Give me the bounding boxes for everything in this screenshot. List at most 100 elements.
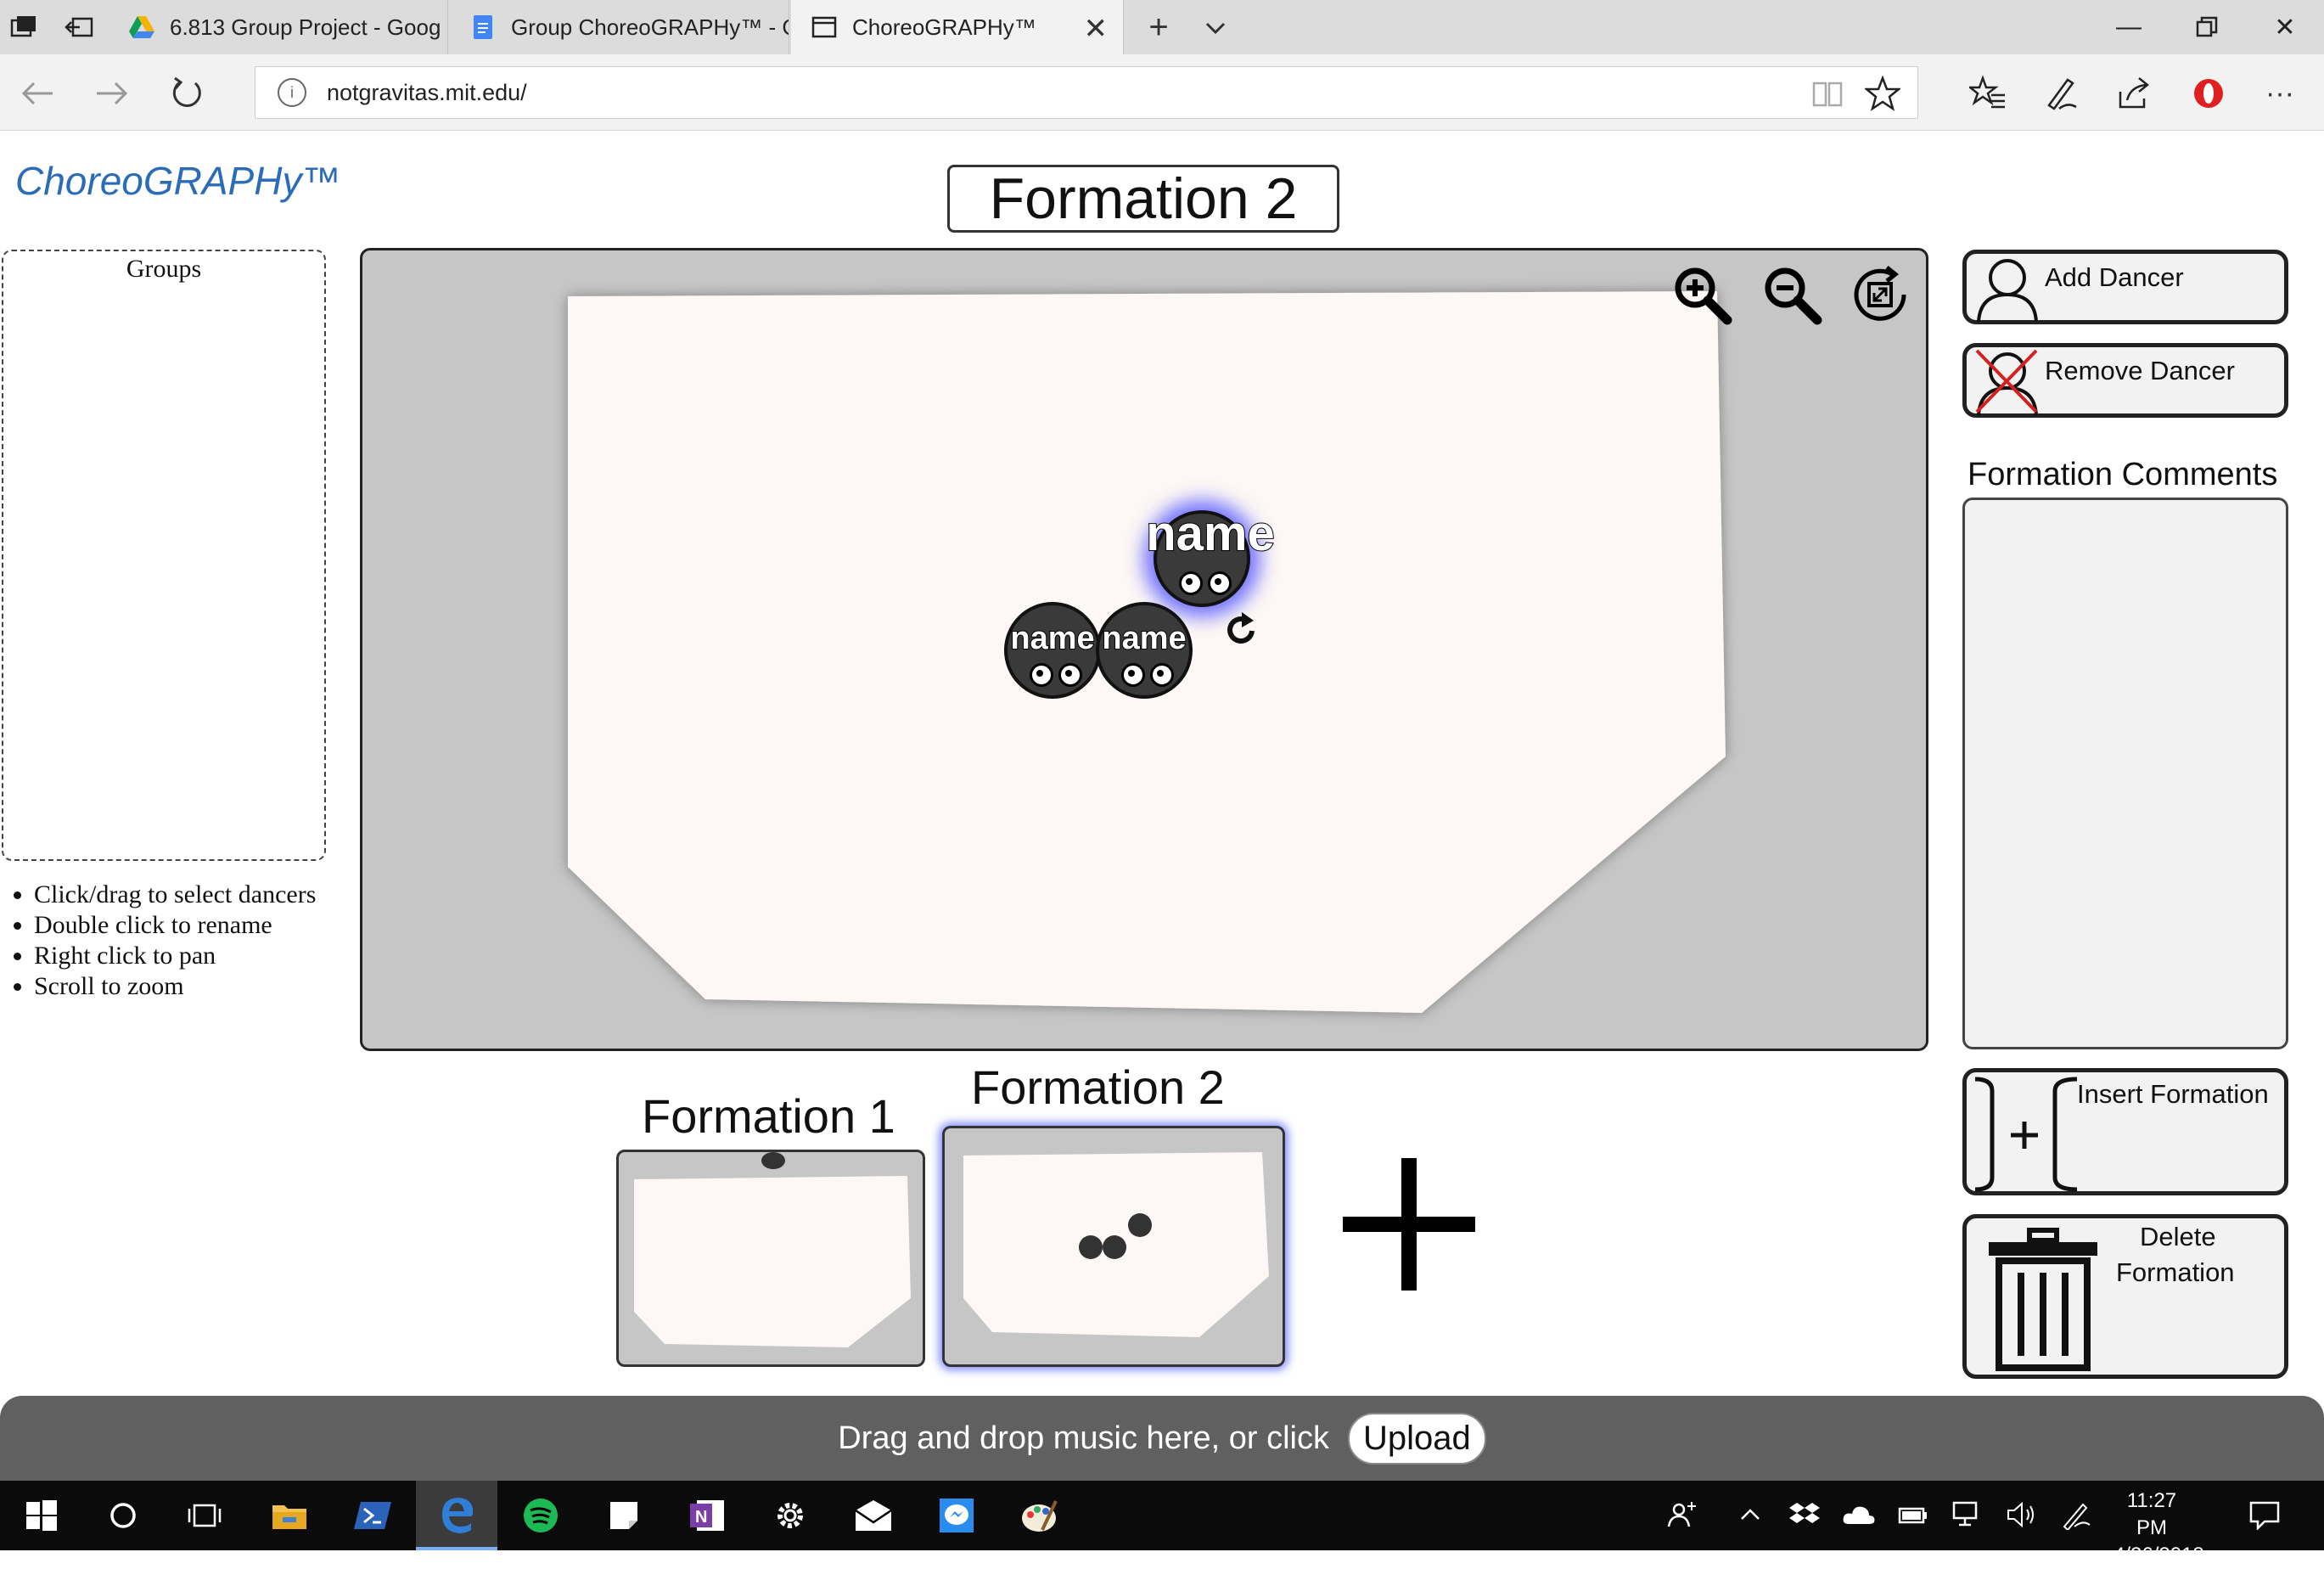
site-info-icon[interactable]: i bbox=[278, 78, 306, 107]
formation-thumb-stage bbox=[634, 1152, 911, 1347]
powershell-icon[interactable] bbox=[350, 1493, 396, 1538]
action-center-icon[interactable] bbox=[2248, 1498, 2282, 1532]
dancer-eye bbox=[1058, 663, 1082, 687]
web-note-pen-icon[interactable] bbox=[2037, 70, 2085, 117]
new-tab-icon[interactable]: + bbox=[1139, 8, 1178, 48]
refresh-icon[interactable] bbox=[163, 70, 211, 117]
browser-tab-bar: 6.813 Group Project - Goog Group ChoreoG… bbox=[0, 0, 2324, 54]
instruction-item: Click/drag to select dancers bbox=[34, 880, 334, 910]
tab-title: 6.813 Group Project - Goog bbox=[170, 14, 441, 40]
tab-google-drive[interactable]: 6.813 Group Project - Goog bbox=[109, 0, 448, 54]
browser-nav-bar: i notgravitas.mit.edu/ ··· bbox=[0, 54, 2324, 131]
formation-thumb-label: Formation 2 bbox=[971, 1060, 1225, 1114]
onedrive-cloud-icon[interactable] bbox=[1842, 1498, 1876, 1532]
add-formation-plus-icon[interactable] bbox=[1338, 1153, 1480, 1296]
people-icon[interactable] bbox=[1665, 1498, 1699, 1532]
edge-browser-icon[interactable] bbox=[416, 1481, 497, 1550]
clock-date: 4/26/2018 bbox=[2113, 1544, 2204, 1566]
close-window-icon[interactable]: ✕ bbox=[2246, 0, 2324, 54]
minimize-icon[interactable]: — bbox=[2090, 0, 2168, 54]
back-arrow-icon[interactable] bbox=[14, 70, 61, 117]
dancer-eye bbox=[1121, 663, 1145, 687]
add-dancer-label: Add Dancer bbox=[2045, 262, 2184, 292]
dancer-name-label[interactable]: name bbox=[1079, 620, 1210, 657]
reading-view-icon[interactable] bbox=[1810, 78, 1844, 109]
tab-choreography[interactable]: ChoreoGRAPHy™ ✕ bbox=[791, 0, 1124, 54]
windows-start-icon[interactable] bbox=[19, 1493, 65, 1538]
remove-person-icon bbox=[1975, 349, 2038, 415]
paint-app-icon[interactable] bbox=[1017, 1493, 1063, 1538]
instruction-item: Right click to pan bbox=[34, 941, 334, 971]
music-prompt: Drag and drop music here, or click bbox=[838, 1420, 1329, 1456]
close-tab-icon[interactable]: ✕ bbox=[1084, 12, 1109, 46]
remove-dancer-label: Remove Dancer bbox=[2045, 356, 2235, 385]
spotify-icon[interactable] bbox=[518, 1493, 564, 1538]
remove-dancer-button[interactable]: Remove Dancer bbox=[1962, 343, 2288, 418]
rotate-icon[interactable] bbox=[1220, 609, 1262, 651]
settings-gear-icon[interactable] bbox=[767, 1493, 813, 1538]
dancer-eye bbox=[1030, 663, 1053, 687]
stage-canvas[interactable]: name name name bbox=[360, 248, 1928, 1051]
forward-arrow-icon[interactable] bbox=[88, 70, 136, 117]
formation-thumb[interactable] bbox=[942, 1126, 1285, 1367]
delete-formation-label-line2: Formation bbox=[2116, 1257, 2235, 1287]
volume-icon[interactable] bbox=[2005, 1498, 2039, 1532]
formation-title[interactable]: Formation 2 bbox=[947, 165, 1339, 233]
trash-icon bbox=[1989, 1228, 2097, 1371]
tab-google-docs[interactable]: Group ChoreoGRAPHy™ - G bbox=[450, 0, 789, 54]
url-text: notgravitas.mit.edu/ bbox=[327, 79, 527, 105]
zoom-in-icon[interactable] bbox=[1670, 262, 1734, 327]
favorites-hub-icon[interactable] bbox=[1964, 70, 2012, 117]
show-hidden-icons-chevron-icon[interactable] bbox=[1733, 1498, 1767, 1532]
zoom-out-icon[interactable] bbox=[1760, 262, 1824, 327]
upload-button[interactable]: Upload bbox=[1347, 1412, 1486, 1465]
address-bar[interactable]: i notgravitas.mit.edu/ bbox=[255, 66, 1918, 119]
formation-comments-input[interactable] bbox=[1962, 498, 2288, 1049]
more-options-icon[interactable]: ··· bbox=[2256, 70, 2304, 117]
pen-workspace-icon[interactable] bbox=[2059, 1498, 2093, 1532]
google-drive-icon bbox=[129, 14, 154, 40]
formation-thumb-stage bbox=[963, 1152, 1269, 1337]
add-dancer-button[interactable]: Add Dancer bbox=[1962, 250, 2288, 324]
cortana-search-icon[interactable] bbox=[100, 1493, 146, 1538]
tab-title: Group ChoreoGRAPHy™ - G bbox=[511, 14, 789, 40]
messenger-icon[interactable] bbox=[934, 1493, 980, 1538]
instruction-item: Double click to rename bbox=[34, 910, 334, 941]
delete-formation-button[interactable]: Delete Formation bbox=[1962, 1214, 2288, 1379]
set-tabs-aside-icon[interactable] bbox=[65, 14, 95, 41]
opera-extension-icon[interactable] bbox=[2185, 70, 2232, 117]
groups-title: Groups bbox=[126, 255, 202, 283]
dancer-name-label[interactable]: name bbox=[1145, 505, 1276, 562]
dancer-eye bbox=[1150, 663, 1174, 687]
mail-icon[interactable] bbox=[850, 1493, 896, 1538]
dropbox-icon[interactable] bbox=[1788, 1498, 1822, 1532]
task-view-icon[interactable] bbox=[182, 1493, 227, 1538]
favorite-star-icon[interactable] bbox=[1863, 75, 1902, 111]
instruction-item: Scroll to zoom bbox=[34, 971, 334, 1002]
delete-formation-label-line1: Delete bbox=[2140, 1222, 2216, 1251]
system-clock[interactable]: 11:27 PM 4/26/2018 bbox=[2113, 1487, 2204, 1569]
insert-formation-icon bbox=[1974, 1077, 2078, 1192]
onenote-icon[interactable]: N bbox=[684, 1493, 730, 1538]
sticky-notes-icon[interactable] bbox=[601, 1493, 647, 1538]
restore-icon[interactable] bbox=[2168, 0, 2246, 54]
insert-formation-label: Insert Formation bbox=[2077, 1079, 2269, 1109]
reset-view-icon[interactable] bbox=[1848, 262, 1912, 327]
tab-list-chevron-icon[interactable] bbox=[1198, 12, 1232, 46]
instructions-list: Click/drag to select dancers Double clic… bbox=[12, 880, 334, 1002]
share-icon[interactable] bbox=[2110, 70, 2158, 117]
battery-icon[interactable] bbox=[1896, 1498, 1930, 1532]
formation-thumb[interactable] bbox=[616, 1150, 925, 1367]
tab-actions-icon[interactable] bbox=[8, 14, 39, 41]
person-icon bbox=[1977, 259, 2038, 322]
formation-thumb-label: Formation 1 bbox=[642, 1089, 895, 1143]
app-title: ChoreoGRAPHy™ bbox=[15, 159, 341, 203]
insert-formation-button[interactable]: Insert Formation bbox=[1962, 1068, 2288, 1195]
google-docs-icon bbox=[470, 14, 496, 40]
file-explorer-icon[interactable] bbox=[267, 1493, 312, 1538]
music-drop-zone[interactable]: Drag and drop music here, or click Uploa… bbox=[0, 1396, 2324, 1481]
page-icon bbox=[811, 14, 837, 40]
dancer-eye bbox=[1179, 571, 1203, 595]
network-icon[interactable] bbox=[1951, 1498, 1984, 1532]
svg-text:N: N bbox=[695, 1508, 707, 1527]
